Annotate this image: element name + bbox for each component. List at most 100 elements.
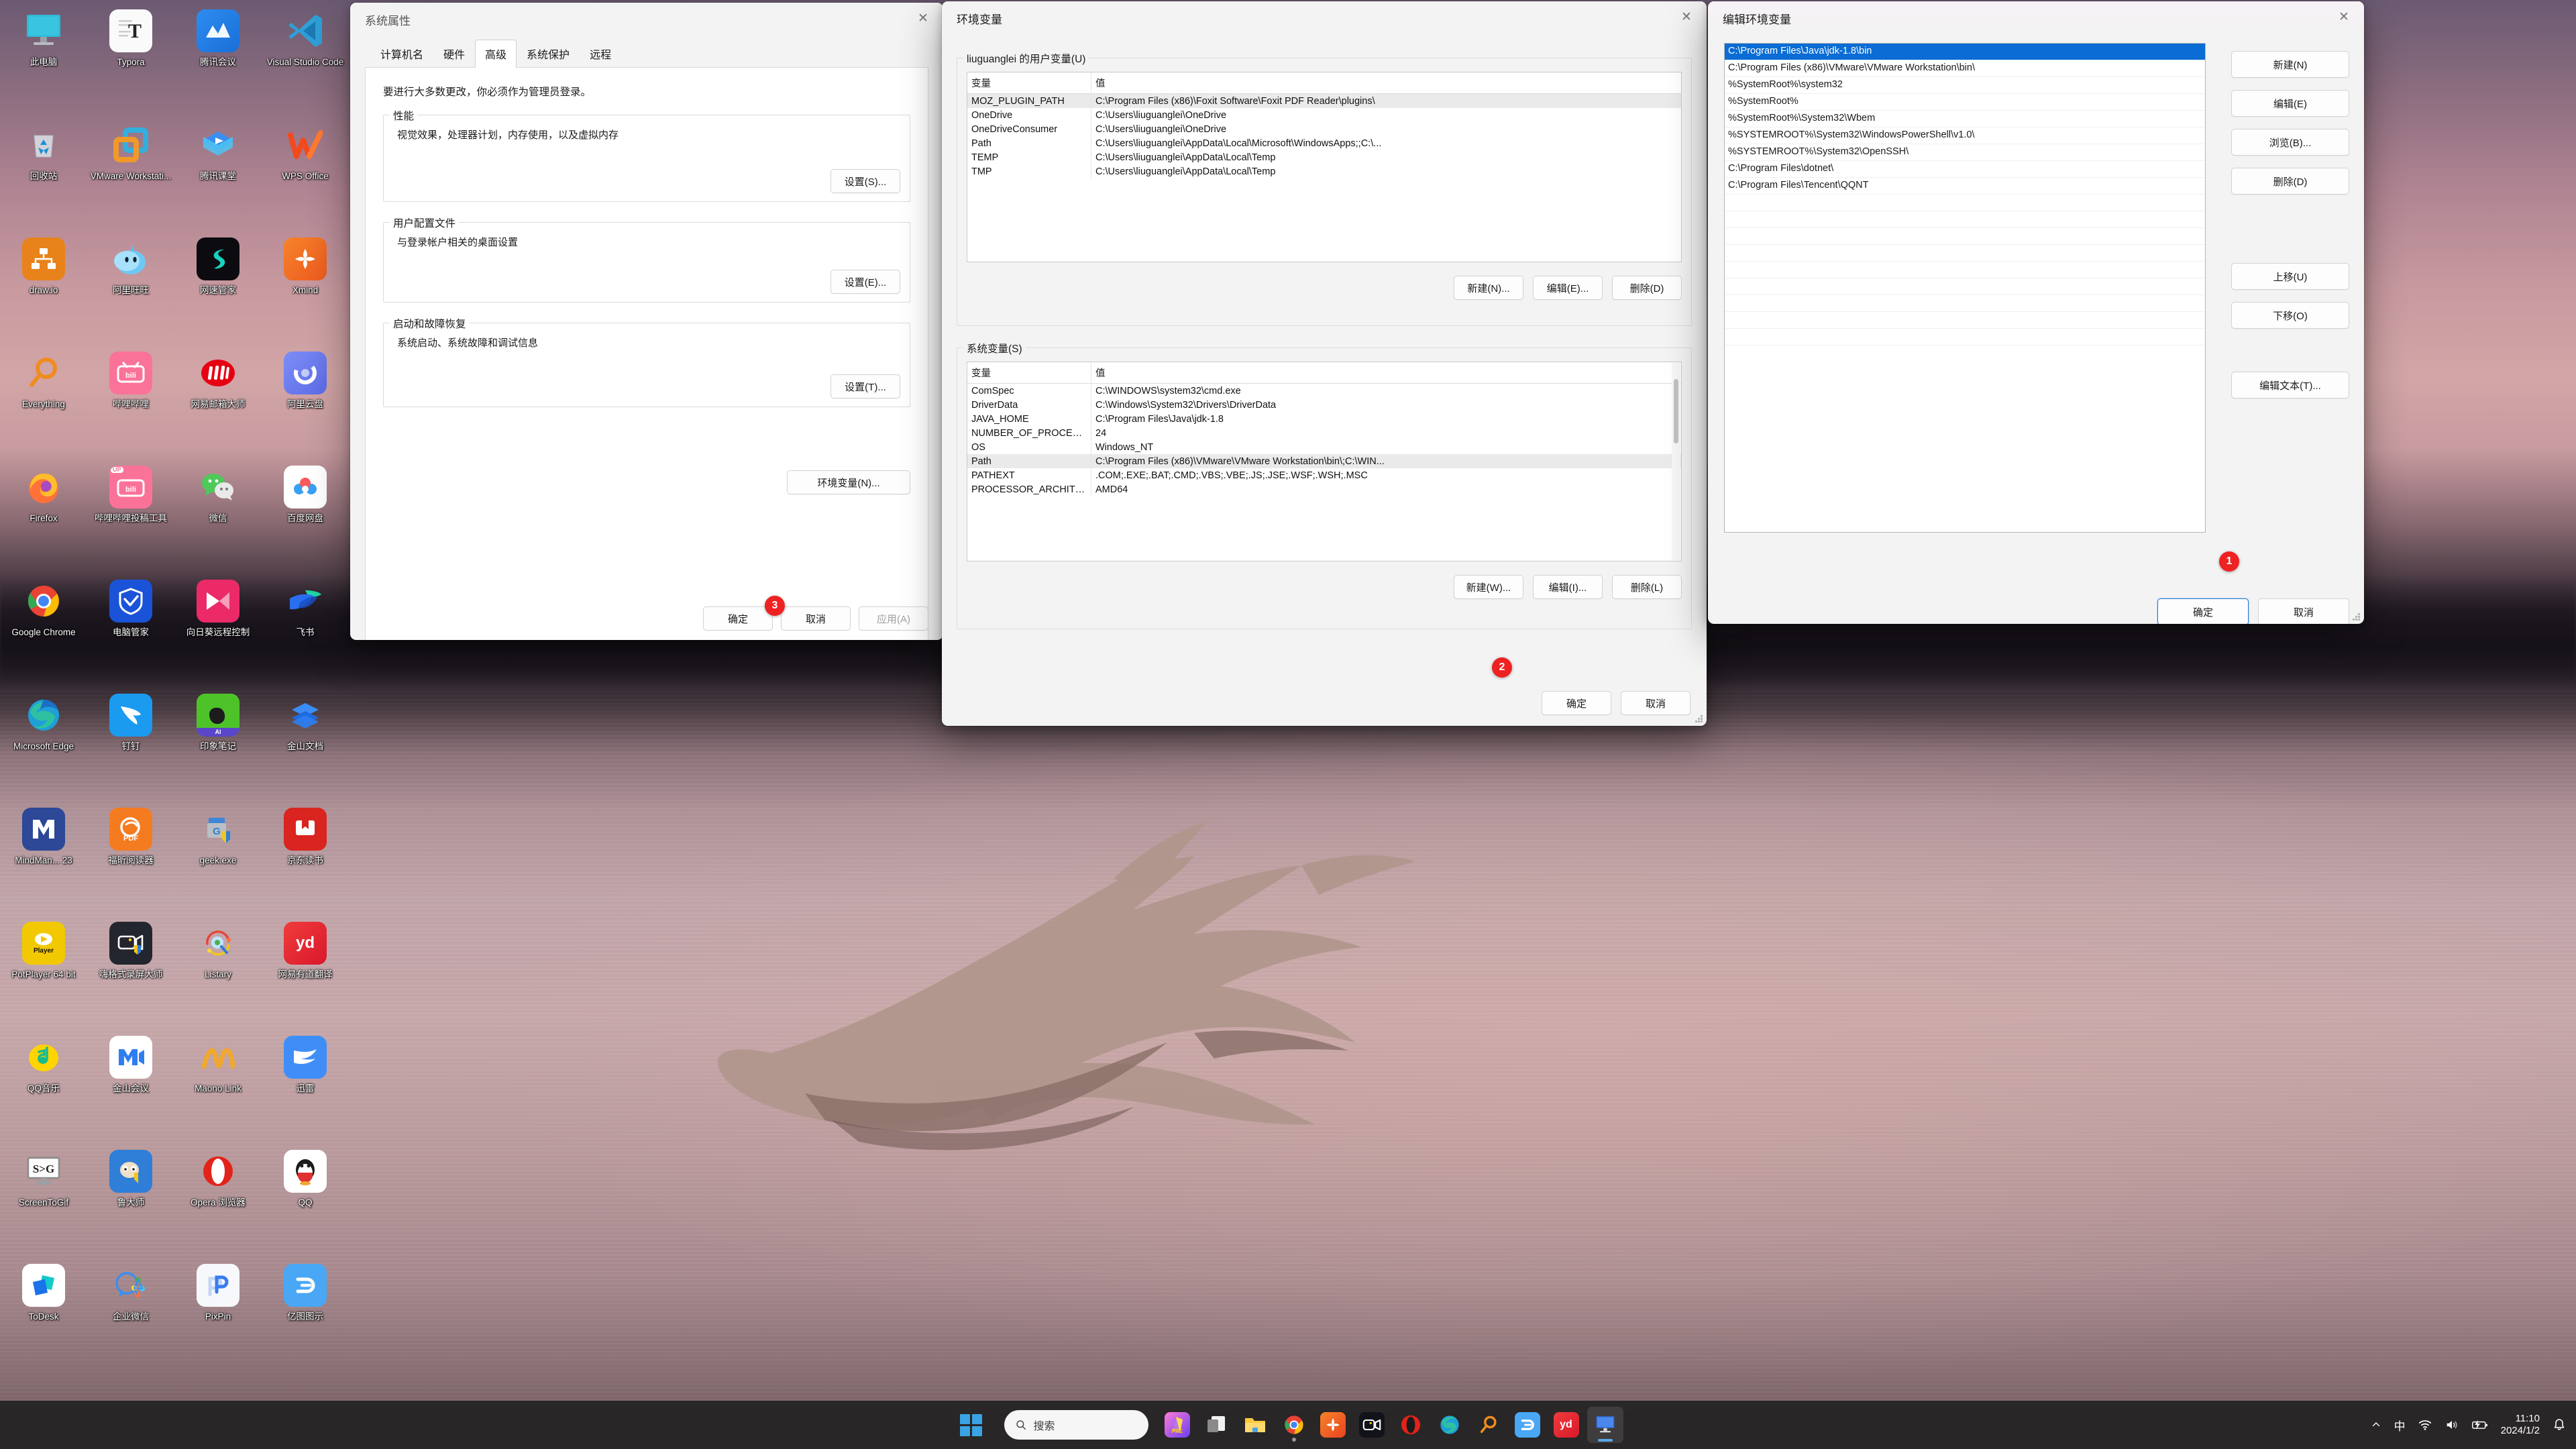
desktop-icon-wps-office[interactable]: WPS Office bbox=[262, 118, 349, 232]
tb-youdao[interactable]: yd bbox=[1548, 1407, 1585, 1443]
path-list-item[interactable] bbox=[1725, 211, 2205, 228]
path-list-item[interactable]: %SYSTEMROOT%\System32\WindowsPowerShell\… bbox=[1725, 127, 2205, 144]
table-row[interactable]: PATHEXT .COM;.EXE;.BAT;.CMD;.VBS;.VBE;.JS… bbox=[967, 468, 1681, 482]
path-list-item[interactable] bbox=[1725, 278, 2205, 295]
desktop-icon-aliyun-drive[interactable]: 阿里云盘 bbox=[262, 346, 349, 460]
edit-env-ok-button[interactable]: 确定 bbox=[2157, 598, 2249, 624]
table-row[interactable]: NUMBER_OF_PROCESSORS 24 bbox=[967, 426, 1681, 440]
desktop-icon-opera[interactable]: Opera 浏览器 bbox=[174, 1144, 262, 1258]
taskbar[interactable]: 搜索 PRE yd 中 11:10 2024/1/2 bbox=[0, 1401, 2576, 1449]
desktop-icon-qq[interactable]: QQ bbox=[262, 1144, 349, 1258]
desktop-icon-typora[interactable]: T Typora bbox=[87, 4, 174, 118]
desktop-icon-higeshi-recorder[interactable]: 嗨格式录屏大师 bbox=[87, 916, 174, 1030]
system-new-button[interactable]: 新建(W)... bbox=[1454, 575, 1523, 599]
path-list-item[interactable]: %SYSTEMROOT%\System32\OpenSSH\ bbox=[1725, 144, 2205, 161]
tray-chevron-up-icon[interactable] bbox=[2370, 1419, 2382, 1431]
desktop-icon-this-pc[interactable]: 此电脑 bbox=[0, 4, 87, 118]
tb-thispc[interactable] bbox=[1587, 1407, 1623, 1443]
edit-text-button[interactable]: 编辑文本(T)... bbox=[2231, 372, 2349, 398]
system-properties-close-button[interactable]: ✕ bbox=[903, 3, 943, 34]
desktop-icon-aliwangwang[interactable]: 阿里旺旺 bbox=[87, 232, 174, 346]
delete-path-button[interactable]: 删除(D) bbox=[2231, 168, 2349, 195]
table-row[interactable]: PROCESSOR_ARCHITECTURE AMD64 bbox=[967, 482, 1681, 496]
table-row[interactable]: DriverData C:\Windows\System32\Drivers\Dr… bbox=[967, 398, 1681, 412]
desktop-icon-dingtalk[interactable]: 钉钉 bbox=[87, 688, 174, 802]
tab-3[interactable]: 系统保护 bbox=[517, 40, 580, 68]
environment-variables-button[interactable]: 环境变量(N)... bbox=[787, 470, 910, 494]
table-row[interactable]: MOZ_PLUGIN_PATH C:\Program Files (x86)\Fo… bbox=[967, 94, 1681, 108]
edit-env-cancel-button[interactable]: 取消 bbox=[2258, 598, 2349, 624]
tray-ime-indicator[interactable]: 中 bbox=[2394, 1417, 2406, 1434]
desktop-icon-feishu[interactable]: 飞书 bbox=[262, 574, 349, 688]
tb-chrome[interactable] bbox=[1276, 1407, 1312, 1443]
table-row[interactable]: TEMP C:\Users\liuguanglei\AppData\Local\T… bbox=[967, 150, 1681, 164]
desktop-icon-evernote[interactable]: AI 印象笔记 bbox=[174, 688, 262, 802]
table-row[interactable]: JAVA_HOME C:\Program Files\Java\jdk-1.8 bbox=[967, 412, 1681, 426]
path-list-item[interactable] bbox=[1725, 262, 2205, 278]
table-row[interactable]: ComSpec C:\WINDOWS\system32\cmd.exe bbox=[967, 384, 1681, 398]
tab-2[interactable]: 高级 bbox=[475, 40, 517, 68]
desktop-icon-vscode[interactable]: Visual Studio Code bbox=[262, 4, 349, 118]
desktop-icon-kingsoft-doc[interactable]: 金山文档 bbox=[262, 688, 349, 802]
start-button[interactable] bbox=[953, 1407, 989, 1443]
path-list-item[interactable]: C:\Program Files\dotnet\ bbox=[1725, 161, 2205, 178]
move-up-button[interactable]: 上移(U) bbox=[2231, 263, 2349, 290]
path-entry-list[interactable]: C:\Program Files\Java\jdk-1.8\bin C:\Prog… bbox=[1724, 43, 2206, 533]
tb-edge[interactable] bbox=[1432, 1407, 1468, 1443]
path-list-item[interactable]: %SystemRoot%\System32\Wbem bbox=[1725, 111, 2205, 127]
tray-volume-icon[interactable] bbox=[2445, 1417, 2459, 1432]
tb-meeting[interactable] bbox=[1354, 1407, 1390, 1443]
desktop-icon-potplayer[interactable]: Player PotPlayer 64 bit bbox=[0, 916, 87, 1030]
table-row[interactable]: Path C:\Program Files (x86)\VMware\VMware… bbox=[967, 454, 1681, 468]
environment-variables-titlebar[interactable]: 环境变量 bbox=[942, 1, 1707, 35]
system-variables-scrollbar[interactable] bbox=[1672, 363, 1680, 560]
startup-recovery-settings-button[interactable]: 设置(T)... bbox=[830, 374, 900, 398]
desktop-icon-wecom[interactable]: 企业微信 bbox=[87, 1258, 174, 1373]
taskbar-search-box[interactable]: 搜索 bbox=[1004, 1410, 1148, 1440]
desktop-icon-bilibili[interactable]: bili 哔哩哔哩 bbox=[87, 346, 174, 460]
tb-opera[interactable] bbox=[1393, 1407, 1429, 1443]
system-properties-tabs[interactable]: 计算机名 硬件 高级 系统保护 远程 bbox=[365, 39, 928, 68]
path-list-item[interactable]: %SystemRoot% bbox=[1725, 94, 2205, 111]
desktop-icon-wechat[interactable]: 微信 bbox=[174, 460, 262, 574]
desktop-icon-screentogif[interactable]: S>G ScreenToGif bbox=[0, 1144, 87, 1258]
path-list-item[interactable] bbox=[1725, 228, 2205, 245]
desktop-icon-baidu-netdisk[interactable]: 百度网盘 bbox=[262, 460, 349, 574]
sysprops-ok-button[interactable]: 确定 bbox=[703, 606, 773, 631]
desktop-icon-qq-music[interactable]: QQ音乐 bbox=[0, 1030, 87, 1144]
desktop-icon-chrome[interactable]: Google Chrome bbox=[0, 574, 87, 688]
desktop-icon-jd-read[interactable]: 京东读书 bbox=[262, 802, 349, 916]
move-down-button[interactable]: 下移(O) bbox=[2231, 302, 2349, 329]
desktop-icon-foxit-reader[interactable]: PDF 福昕阅读器 bbox=[87, 802, 174, 916]
system-variables-scroll-thumb[interactable] bbox=[1674, 379, 1678, 443]
tab-4[interactable]: 远程 bbox=[580, 40, 621, 68]
desktop-icon-drawio[interactable]: draw.io bbox=[0, 232, 87, 346]
tray-wifi-icon[interactable] bbox=[2418, 1417, 2432, 1432]
tb-xmind[interactable] bbox=[1315, 1407, 1351, 1443]
tray-notifications-bell-icon[interactable] bbox=[2552, 1417, 2567, 1432]
desktop-icon-sunlogin[interactable]: 向日葵远程控制 bbox=[174, 574, 262, 688]
desktop-icon-vmware[interactable]: VMware Workstati... bbox=[87, 118, 174, 232]
desktop-icon-netspeed[interactable]: 网速管家 bbox=[174, 232, 262, 346]
desktop-icon-pixpin[interactable]: PixPin bbox=[174, 1258, 262, 1373]
system-properties-titlebar[interactable]: 系统属性 bbox=[350, 3, 943, 36]
desktop-icon-geek-uninstaller[interactable]: Ggeek.exe bbox=[174, 802, 262, 916]
desktop-icon-netease-mail[interactable]: 网易邮箱大师 bbox=[174, 346, 262, 460]
tab-1[interactable]: 硬件 bbox=[433, 40, 475, 68]
env-cancel-button[interactable]: 取消 bbox=[1621, 691, 1690, 715]
edit-env-resize-grip[interactable] bbox=[2353, 613, 2361, 621]
desktop-icon-listary[interactable]: Listary bbox=[174, 916, 262, 1030]
path-list-item[interactable]: C:\Program Files\Java\jdk-1.8\bin bbox=[1725, 44, 2205, 60]
desktop-icon-kingsoft-meeting[interactable]: 金山会议 bbox=[87, 1030, 174, 1144]
tb-everything[interactable] bbox=[1470, 1407, 1507, 1443]
user-profiles-settings-button[interactable]: 设置(E)... bbox=[830, 270, 900, 294]
taskbar-clock[interactable]: 11:10 2024/1/2 bbox=[2501, 1413, 2540, 1438]
sysprops-cancel-button[interactable]: 取消 bbox=[781, 606, 851, 631]
desktop-icon-edge[interactable]: Microsoft Edge bbox=[0, 688, 87, 802]
desktop-icon-everything[interactable]: Everything bbox=[0, 346, 87, 460]
env-ok-button[interactable]: 确定 bbox=[1542, 691, 1611, 715]
desktop-icon-maono-link[interactable]: Maono Link bbox=[174, 1030, 262, 1144]
env-resize-grip[interactable] bbox=[1695, 715, 1703, 723]
sysprops-apply-button[interactable]: 应用(A) bbox=[859, 606, 928, 631]
path-list-item[interactable]: C:\Program Files\Tencent\QQNT bbox=[1725, 178, 2205, 195]
